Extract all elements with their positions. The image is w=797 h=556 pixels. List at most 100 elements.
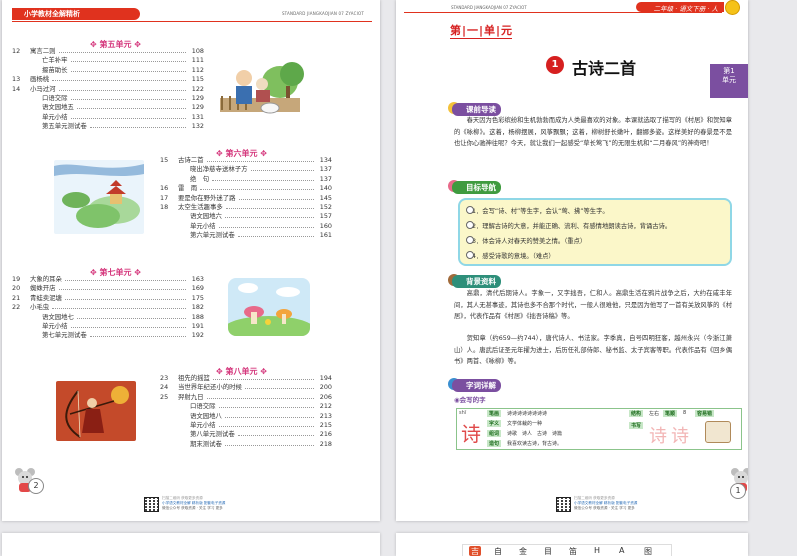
toc-lesson-title: 揠苗助长 <box>42 65 68 74</box>
toc-page-number: 215 <box>319 420 332 429</box>
toc-row[interactable]: 单元小结 215 <box>160 421 332 430</box>
toc-row[interactable]: 绝 句 137 <box>160 175 332 184</box>
toc-row[interactable]: 第八单元测试卷 216 <box>160 430 332 439</box>
toc-row[interactable]: 13 画杨桃 115 <box>12 75 204 84</box>
toc-row[interactable]: 第六单元测试卷 161 <box>160 231 332 240</box>
toc-row[interactable]: 口语交际 212 <box>160 402 332 411</box>
toc-lesson-number: 12 <box>12 47 21 55</box>
toc-lesson-number: 14 <box>12 84 21 93</box>
toc-page-number: 115 <box>191 75 204 84</box>
toc-page-number: 200 <box>319 383 332 392</box>
toolbar-button[interactable]: 目 <box>544 546 552 556</box>
toc-row[interactable]: 25 羿射九日 206 <box>160 393 332 402</box>
toc-leader-dots <box>225 416 314 418</box>
toc-lesson-number: 22 <box>12 303 21 312</box>
toc-page-number: 134 <box>319 156 332 164</box>
toc-lesson-title: 单元小结 <box>42 321 68 330</box>
toc-row[interactable]: 晓出净慈寺送林子方 137 <box>160 165 332 174</box>
toc-page-number: 169 <box>191 284 204 293</box>
toc-page-number: 112 <box>191 65 204 74</box>
toc-leader-dots <box>213 379 314 380</box>
toc-lesson-number: 20 <box>12 284 21 293</box>
toc-leader-dots <box>226 207 314 209</box>
toc-lesson-title: 期末测试卷 <box>190 439 222 448</box>
toc-row[interactable]: 12 寓言二则 108 <box>12 47 204 56</box>
toolbar-button[interactable]: 金 <box>519 546 527 556</box>
toc-row[interactable]: 21 青蛙卖泥塘 175 <box>12 294 204 303</box>
toolbar-button[interactable]: 图 <box>644 546 652 556</box>
toolbar-button[interactable]: 笛 <box>569 546 577 556</box>
toc-leader-dots <box>59 52 186 53</box>
toc-lesson-number: 23 <box>160 374 169 382</box>
toc-page-number: 129 <box>191 103 204 112</box>
toc-leader-dots <box>251 170 314 172</box>
toolbar-button[interactable]: A <box>619 546 624 556</box>
toc-lesson-title: 太空生活趣事多 <box>178 202 223 211</box>
toc-leader-dots <box>212 179 314 181</box>
toc-row[interactable]: 23 祖先的摇篮 194 <box>160 374 332 383</box>
toc-row[interactable]: 单元小结 160 <box>160 222 332 231</box>
toc-lesson-number: 25 <box>160 392 169 401</box>
toc-row[interactable]: 14 小马过河 122 <box>12 85 204 94</box>
toc-page-number: 145 <box>319 193 332 202</box>
toc-lesson-title: 口语交际 <box>190 402 216 411</box>
toc-lesson-title: 语文园地八 <box>190 411 222 420</box>
toc-leader-dots <box>71 98 186 100</box>
footer-line-3: 微信公众号 获取资源 · 关注 学习 更多 <box>574 506 635 510</box>
toc-row[interactable]: 单元小结 191 <box>12 322 204 331</box>
toc-row[interactable]: 15 古诗二首 134 <box>160 156 332 165</box>
toolbar-button[interactable]: H <box>594 546 600 556</box>
toc-row[interactable]: 19 大象的耳朵 163 <box>12 275 204 284</box>
background-paragraph-2: 贺知章（约659—约744），唐代诗人、书法家。字季真，自号四明狂客，越州永兴（… <box>454 335 732 366</box>
toc-row[interactable]: 24 当世界年纪还小的时候 200 <box>160 383 332 392</box>
toc-page-number: 216 <box>319 430 332 439</box>
toc-row[interactable]: 语文园地六 157 <box>160 212 332 221</box>
toc-row[interactable]: 单元小结 131 <box>12 113 204 122</box>
toc-lesson-title: 单元小结 <box>190 420 216 429</box>
char-pinyin: shī <box>459 410 467 416</box>
toolbar-button[interactable]: 吉 <box>469 546 481 556</box>
toc-leader-dots <box>225 217 314 219</box>
toc-page-number: 161 <box>319 231 332 240</box>
toc-lesson-number: 15 <box>160 156 169 164</box>
toc-page-number: 131 <box>191 112 204 121</box>
toc-row[interactable]: 第五单元测试卷 132 <box>12 122 204 131</box>
toc-leader-dots <box>71 61 186 63</box>
toc-row[interactable]: 口语交际 129 <box>12 94 204 103</box>
toc-page-number: 108 <box>191 47 204 55</box>
toc-lesson-title: 寓言二则 <box>30 47 56 55</box>
lesson-number: 1 <box>546 56 564 74</box>
toc-row[interactable]: 17 要是你在野外迷了路 145 <box>160 194 332 203</box>
toc-row[interactable]: 18 太空生活趣事多 152 <box>160 203 332 212</box>
toc-row[interactable]: 期末测试卷 218 <box>160 440 332 449</box>
toc-lesson-title: 第七单元测试卷 <box>42 331 87 340</box>
toc-row[interactable]: 22 小毛虫 182 <box>12 303 204 312</box>
toc-leader-dots <box>219 425 314 427</box>
toc-row[interactable]: 语文园地七 188 <box>12 313 204 322</box>
toc-row[interactable]: 第七单元测试卷 192 <box>12 331 204 340</box>
label-writing: 书写 <box>629 422 644 429</box>
footer-line-3: 微信公众号 获取资源 · 关注 学习 更多 <box>162 506 223 510</box>
goal-item: 1．会写“诗、村”等生字，会认“莺、拂”等生字。 <box>466 206 609 215</box>
toc-row[interactable]: 语文园地八 213 <box>160 412 332 421</box>
toc-row[interactable]: 语文园地五 129 <box>12 103 204 112</box>
toc-page-number: 218 <box>319 439 332 448</box>
toc-leader-dots <box>200 189 314 191</box>
qr-code-icon <box>556 497 571 512</box>
toc-row[interactable]: 亡羊补牢 111 <box>12 56 204 65</box>
toc-page-number: 152 <box>319 202 332 211</box>
toolbar-button[interactable]: 自 <box>494 546 502 556</box>
toc-page-number: 182 <box>191 303 204 312</box>
toc-lesson-title: 语文园地六 <box>190 212 222 221</box>
toc-row[interactable]: 揠苗助长 112 <box>12 66 204 75</box>
toc-lesson-title: 当世界年纪还小的时候 <box>178 383 242 392</box>
toc-row[interactable]: 16 雷 雨 140 <box>160 184 332 193</box>
toc-page-number: 206 <box>319 392 332 401</box>
toc-row[interactable]: 20 蜘蛛开店 169 <box>12 284 204 293</box>
char-trace-2: 诗 <box>671 426 689 447</box>
toc-leader-dots <box>77 317 186 319</box>
toc-lesson-title: 亡羊补牢 <box>42 56 68 65</box>
toc-leader-dots <box>219 407 314 409</box>
intro-paragraph: 春天因为色彩缤纷和生机勃勃而成为人类最喜欢的对象。本课就选取了描写的《村居》和贺… <box>454 117 732 148</box>
toc-leader-dots <box>65 280 186 281</box>
